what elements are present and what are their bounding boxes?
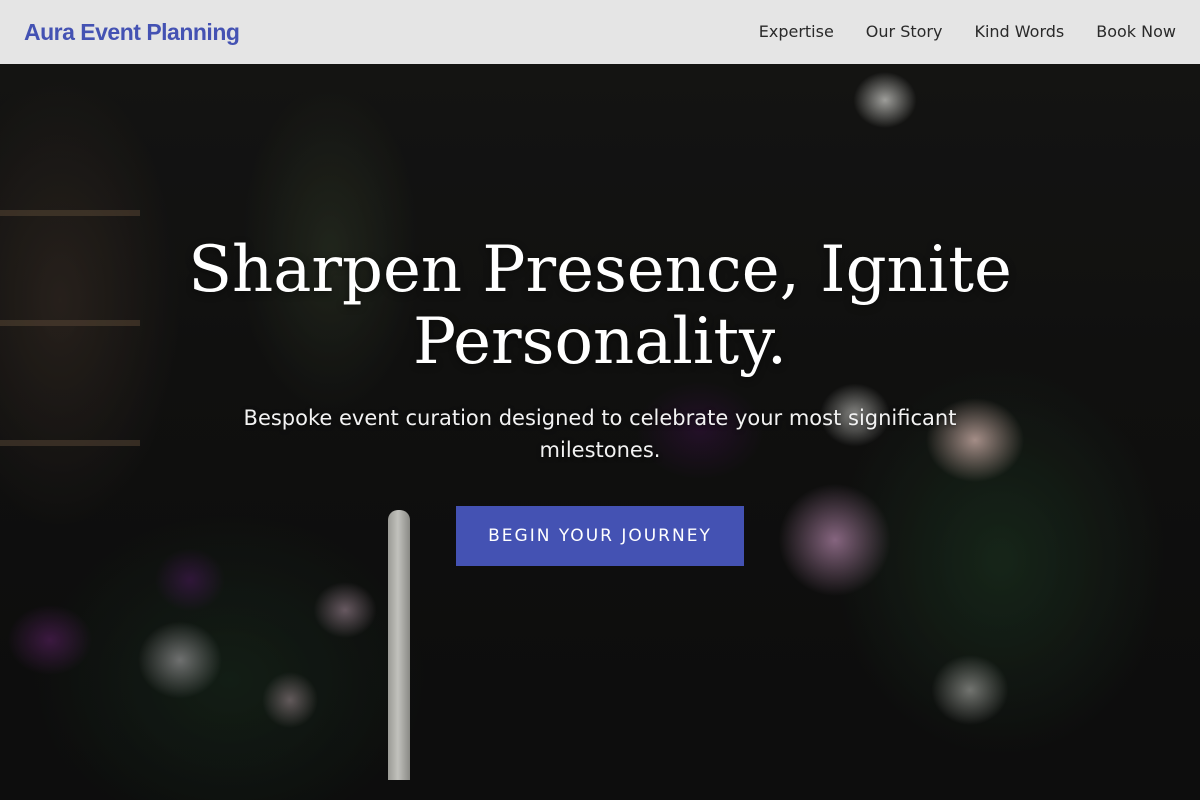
nav-item: Kind Words — [974, 22, 1064, 42]
nav-link-book-now[interactable]: Book Now — [1096, 22, 1176, 41]
nav-item: Expertise — [759, 22, 834, 42]
nav-link-expertise[interactable]: Expertise — [759, 22, 834, 41]
hero-subtitle: Bespoke event curation designed to celeb… — [243, 406, 957, 462]
hero-content: Sharpen Presence, Ignite Personality. Be… — [0, 234, 1200, 566]
nav-link-kind-words[interactable]: Kind Words — [974, 22, 1064, 41]
nav-menu: Expertise Our Story Kind Words Book Now — [759, 22, 1176, 42]
brand-logo[interactable]: Aura Event Planning — [24, 19, 240, 46]
nav-link-our-story[interactable]: Our Story — [866, 22, 943, 41]
nav-item: Book Now — [1096, 22, 1176, 42]
navbar: Aura Event Planning Expertise Our Story … — [0, 0, 1200, 64]
begin-journey-button[interactable]: BEGIN YOUR JOURNEY — [456, 506, 744, 566]
nav-item: Our Story — [866, 22, 943, 42]
hero-title: Sharpen Presence, Ignite Personality. — [188, 233, 1012, 379]
